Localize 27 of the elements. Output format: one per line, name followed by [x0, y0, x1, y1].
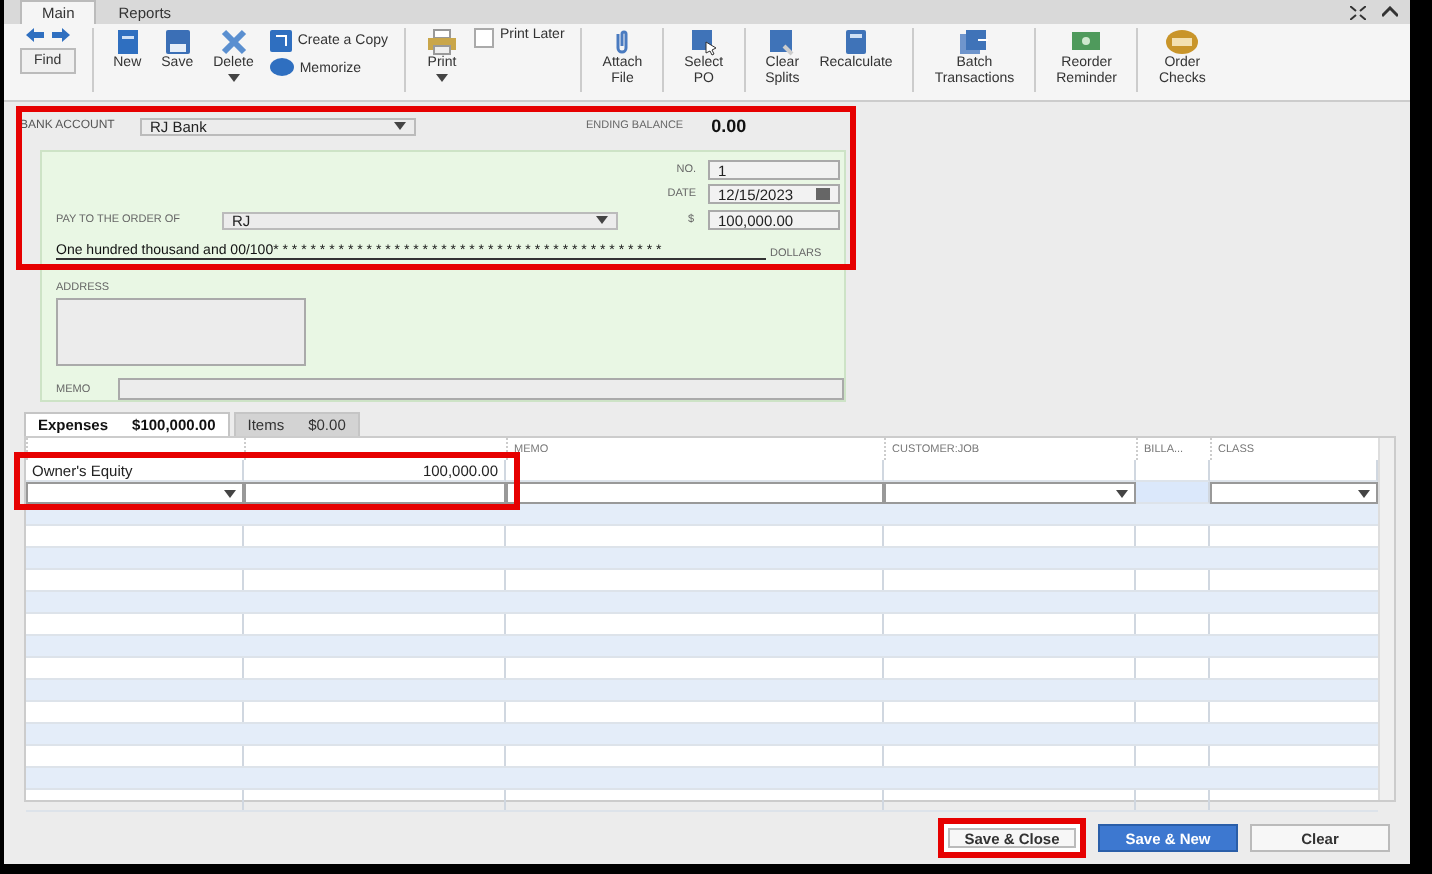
memo-input[interactable]	[506, 482, 884, 504]
account-dropdown[interactable]	[26, 482, 244, 504]
dropdown-caret-icon	[1116, 489, 1128, 497]
ending-balance-value: 0.00	[711, 116, 747, 136]
speech-bubble-icon	[269, 58, 294, 78]
new-document-icon	[113, 28, 142, 56]
check-book-icon	[1164, 28, 1201, 56]
calculator-icon	[844, 28, 869, 56]
address-field[interactable]	[56, 298, 306, 366]
dropdown-caret-icon	[224, 489, 236, 497]
amount-input[interactable]	[244, 482, 506, 504]
checkbox[interactable]	[473, 28, 494, 48]
billable-cell[interactable]	[1136, 482, 1210, 504]
forward-arrow-icon[interactable]	[51, 28, 70, 42]
delete-x-icon	[219, 28, 248, 56]
expand-icon[interactable]	[1350, 6, 1366, 20]
collapse-caret-icon[interactable]	[1382, 6, 1398, 18]
class-dropdown[interactable]	[1210, 482, 1378, 504]
copy-icon	[269, 30, 292, 52]
customer-job-dropdown[interactable]	[884, 482, 1136, 504]
banknote-icon	[1070, 28, 1103, 56]
dropdown-caret-icon	[596, 216, 608, 224]
memo-field[interactable]	[118, 378, 844, 400]
back-arrow-icon[interactable]	[25, 28, 44, 42]
dropdown-caret-icon	[1358, 489, 1370, 497]
scrollbar[interactable]	[1378, 438, 1394, 800]
dropdown-caret-icon	[394, 122, 406, 130]
